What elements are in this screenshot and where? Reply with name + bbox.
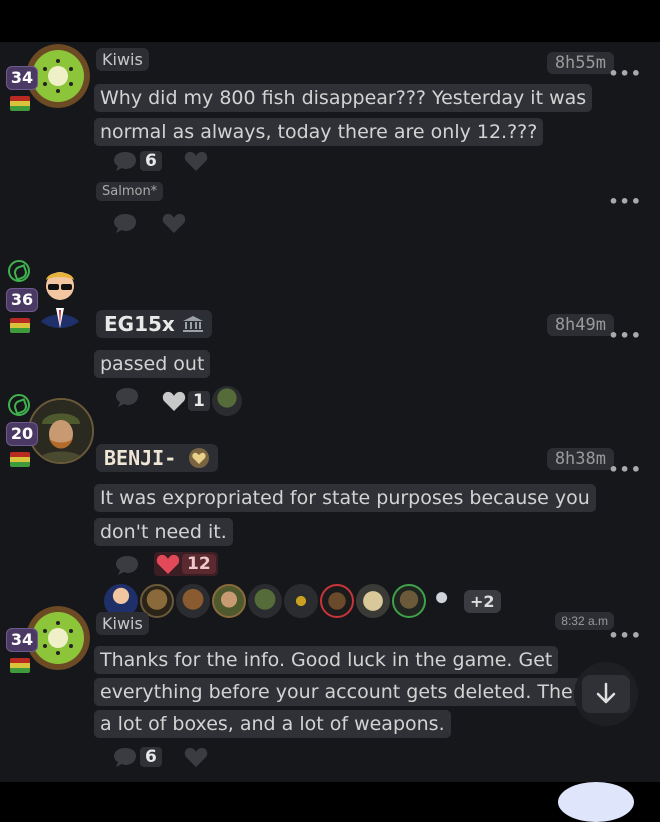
reactors-list: +2: [104, 584, 501, 618]
level-badge: 34: [6, 628, 38, 652]
like-button[interactable]: 12: [154, 552, 218, 576]
more-menu-button[interactable]: •••: [608, 626, 642, 645]
more-menu-button[interactable]: •••: [608, 192, 642, 211]
more-menu-button[interactable]: •••: [608, 326, 642, 345]
reactor-avatar[interactable]: [211, 386, 242, 416]
flag-icon: [10, 452, 30, 467]
bank-icon: [182, 316, 203, 332]
more-menu-button[interactable]: •••: [608, 64, 642, 83]
message-line: normal as always, today there are only 1…: [94, 118, 544, 146]
heart-icon: [156, 554, 180, 574]
comment-reaction[interactable]: [114, 554, 140, 576]
heart-icon: [162, 391, 186, 411]
message-line: Why did my 800 fish disappear??? Yesterd…: [94, 84, 593, 112]
scroll-to-bottom-button[interactable]: [574, 662, 638, 726]
timestamp: 8h55m: [546, 52, 614, 74]
comment-reaction[interactable]: 6: [112, 150, 162, 172]
comment-count: 6: [140, 151, 162, 171]
reactor-avatar[interactable]: [428, 584, 462, 618]
avatar-group: 34: [6, 44, 90, 134]
like-button[interactable]: 1: [162, 386, 242, 416]
author-name[interactable]: Kiwis: [96, 48, 149, 71]
message-line: everything before your account gets dele…: [94, 678, 635, 706]
avatar-group: 20: [6, 392, 94, 482]
avatar-group: 36: [6, 258, 92, 348]
reactor-avatar[interactable]: [284, 584, 318, 618]
heart-icon: [162, 213, 186, 233]
flag-icon: [10, 96, 30, 111]
reply-author-name[interactable]: Salmon*: [96, 182, 164, 201]
more-reactors-count[interactable]: +2: [464, 589, 501, 613]
heart-icon: [184, 747, 208, 767]
flag-icon: [10, 318, 30, 333]
timestamp: 8:32 a.m: [555, 612, 614, 630]
author-name-text: EG15x: [104, 312, 175, 336]
comment-reaction[interactable]: [112, 212, 138, 234]
timestamp: 8h38m: [546, 448, 614, 470]
like-count: 12: [182, 554, 216, 574]
reactor-avatar[interactable]: [320, 584, 354, 618]
like-button[interactable]: [184, 150, 208, 172]
heart-badge-icon: [189, 448, 210, 468]
leaf-badge-icon: [8, 394, 30, 416]
reactor-avatar[interactable]: [356, 584, 390, 618]
status-area: [0, 0, 660, 42]
level-badge: 20: [6, 422, 38, 446]
message-line: a lot of boxes, and a lot of weapons.: [94, 710, 451, 738]
author-name[interactable]: EG15x: [96, 310, 212, 338]
scroll-button-inner: [582, 675, 630, 713]
like-button[interactable]: [162, 212, 186, 234]
soldier-avatar-icon: [30, 400, 92, 462]
comment-icon: [116, 556, 138, 575]
comment-count: 6: [140, 747, 162, 767]
like-count: 1: [188, 391, 210, 411]
message-line: Thanks for the info. Good luck in the ga…: [94, 646, 559, 674]
comment-icon: [114, 214, 136, 233]
leaf-badge-icon: [8, 260, 30, 282]
heart-icon: [184, 151, 208, 171]
comment-reaction[interactable]: 6: [112, 746, 162, 768]
more-menu-button[interactable]: •••: [608, 460, 642, 479]
level-badge: 34: [6, 66, 38, 90]
message-line: passed out: [94, 350, 211, 378]
timestamp: 8h49m: [546, 314, 614, 336]
reactor-avatar[interactable]: [212, 584, 246, 618]
avatar-group: 34: [6, 606, 90, 696]
reactor-avatar[interactable]: [248, 584, 282, 618]
flag-icon: [10, 658, 30, 673]
author-name[interactable]: BENJI-: [96, 444, 219, 472]
like-button[interactable]: [184, 746, 208, 768]
message-line: don't need it.: [94, 518, 233, 546]
author-name-text: BENJI-: [104, 446, 177, 470]
floating-action-button[interactable]: [558, 782, 634, 822]
comment-feed[interactable]: 34 Kiwis 8h55m ••• Why did my 800 fish d…: [0, 42, 660, 782]
comment-icon: [116, 388, 138, 407]
comment-icon: [114, 152, 136, 171]
comment-reaction[interactable]: [114, 386, 140, 408]
level-badge: 36: [6, 288, 38, 312]
reactor-avatar[interactable]: [392, 584, 426, 618]
arrow-down-icon: [596, 682, 616, 704]
comment-icon: [114, 748, 136, 767]
reactor-avatar[interactable]: [176, 584, 210, 618]
author-name[interactable]: Kiwis: [96, 612, 149, 635]
message-line: It was expropriated for state purposes b…: [94, 484, 596, 512]
